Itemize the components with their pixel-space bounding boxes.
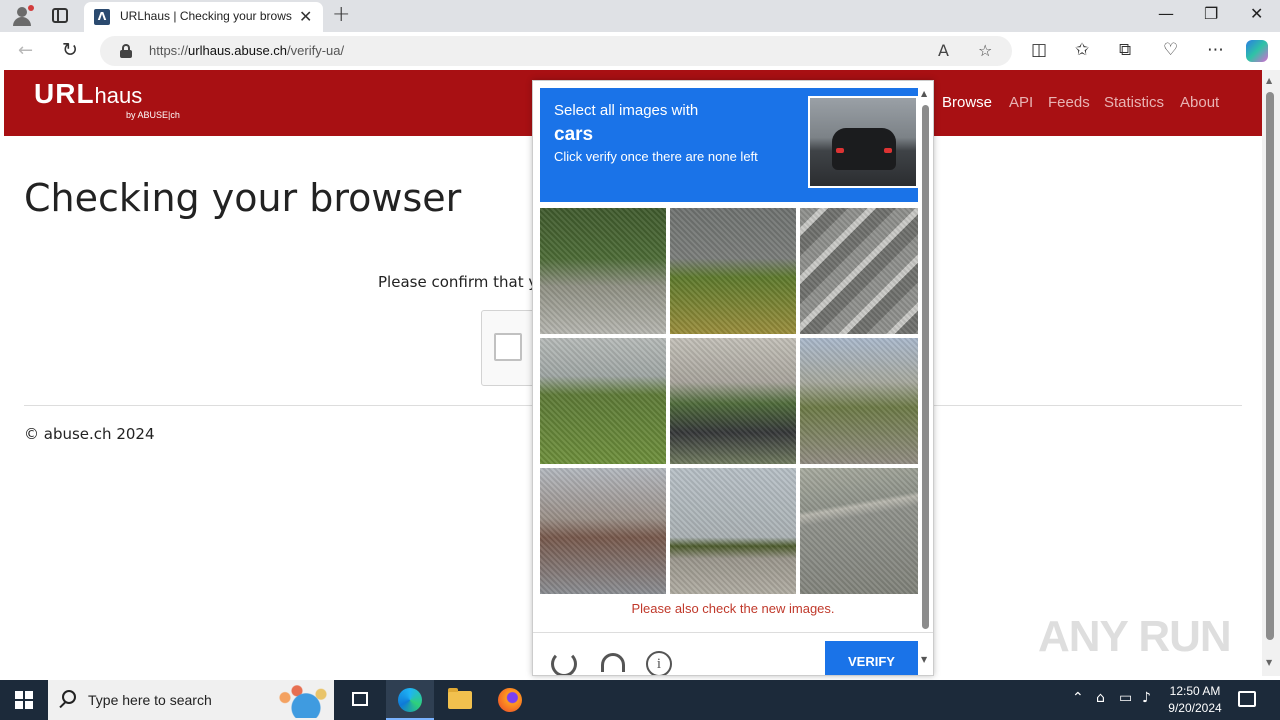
nav-api[interactable]: API [1009,94,1033,111]
url-text[interactable]: https://urlhaus.abuse.ch/verify-ua/ [149,43,344,58]
site-logo[interactable]: URLhaus [34,78,142,110]
captcha-scroll-up-icon[interactable]: ▲ [921,89,927,98]
profile-icon[interactable] [10,5,34,27]
captcha-tile-8[interactable] [670,468,796,594]
edge-icon [398,688,422,712]
captcha-reload-icon[interactable] [551,651,577,675]
captcha-tile-1[interactable] [540,208,666,334]
sample-car-image [808,96,918,188]
captcha-scrollbar[interactable]: ▲ ▼ [919,89,931,667]
tray-device-icon[interactable]: ⌂ [1096,690,1105,706]
audio-icon[interactable] [599,651,625,675]
verify-button[interactable]: VERIFY [825,641,918,675]
folder-icon [448,688,472,709]
captcha-divider [533,632,933,633]
nav-browse[interactable]: Browse [942,94,992,111]
captcha-tile-5[interactable] [670,338,796,464]
window-close-icon[interactable]: ✕ [1250,4,1263,23]
clock-date: 9/20/2024 [1168,701,1222,715]
nav-statistics[interactable]: Statistics [1104,94,1164,111]
captcha-tile-6[interactable] [800,338,918,464]
search-icon [62,690,76,704]
back-icon[interactable]: ← [18,40,33,61]
captcha-checkbox[interactable] [494,333,522,361]
captcha-tile-7[interactable] [540,468,666,594]
search-highlight-icon [270,684,330,718]
search-placeholder: Type here to search [88,692,212,708]
performance-icon[interactable]: ♡ [1163,40,1178,60]
tabs-icon[interactable] [52,8,68,23]
address-bar-row: ← ↻ https://urlhaus.abuse.ch/verify-ua/ … [0,32,1280,70]
info-icon[interactable]: i [646,651,672,675]
taskbar-edge[interactable] [386,680,434,720]
page-scrollbar[interactable]: ▲ ▼ [1262,70,1280,676]
favorites-icon[interactable]: ✩ [1075,40,1089,60]
captcha-tile-4[interactable] [540,338,666,464]
split-screen-icon[interactable]: ◫ [1031,40,1047,60]
page-title: Checking your browser [24,176,462,220]
captcha-tile-2[interactable] [670,208,796,334]
task-view-icon [352,692,368,706]
taskbar-clock[interactable]: 12:50 AM 9/20/2024 [1160,683,1230,717]
prompt-line: Select all images with [554,102,699,119]
firefox-icon [498,688,522,712]
more-icon[interactable]: ⋯ [1207,40,1224,60]
captcha-tile-9[interactable] [800,468,918,594]
confirm-text: Please confirm that yo [378,273,547,291]
captcha-prompt: Select all images with cars Click verify… [540,88,918,202]
site-favicon: Λ [94,9,110,25]
footer-text: © abuse.ch 2024 [24,425,155,443]
favorite-icon[interactable]: ☆ [978,41,992,60]
captcha-error: Please also check the new images. [631,601,835,616]
tab-urlhaus[interactable]: Λ URLhaus | Checking your browser ✕ [84,2,323,32]
page-scrollbar-thumb[interactable] [1266,92,1274,640]
nav-about[interactable]: About [1180,94,1219,111]
captcha-scrollbar-thumb[interactable] [922,105,929,629]
tab-bar: Λ URLhaus | Checking your browser ✕ + — … [0,0,1280,32]
nav-feeds[interactable]: Feeds [1048,94,1090,111]
captcha-tile-3[interactable] [800,208,918,334]
lock-icon[interactable] [120,44,132,58]
windows-start-icon[interactable] [15,691,33,709]
captcha-challenge: Select all images with cars Click verify… [532,80,934,676]
tab-title: URLhaus | Checking your browser [120,9,292,23]
read-aloud-icon[interactable]: A [938,41,949,60]
captcha-scroll-down-icon[interactable]: ▼ [921,655,927,664]
network-icon[interactable]: ▭ [1119,690,1132,706]
prompt-target: cars [554,124,594,145]
prompt-instruction: Click verify once there are none left [554,149,758,164]
tray-chevron-icon[interactable]: ⌃ [1072,690,1084,706]
reload-icon[interactable]: ↻ [62,39,78,61]
scroll-up-icon[interactable]: ▲ [1266,76,1272,85]
minimize-icon[interactable]: — [1158,4,1174,23]
tab-close-icon[interactable]: ✕ [299,7,312,26]
collections-icon[interactable]: ⧉ [1119,40,1131,60]
clock-time: 12:50 AM [1169,684,1221,698]
taskbar-file-explorer[interactable] [436,680,484,720]
scroll-down-icon[interactable]: ▼ [1266,658,1272,667]
logo-subtitle: by ABUSE|ch [126,110,180,120]
address-bar[interactable]: https://urlhaus.abuse.ch/verify-ua/ A ☆ [100,36,1012,66]
task-view-button[interactable] [336,680,384,720]
new-tab-icon[interactable]: + [332,2,350,27]
taskbar-firefox[interactable] [486,680,534,720]
taskbar-search[interactable]: Type here to search [48,680,334,720]
copilot-icon[interactable] [1246,40,1268,62]
restore-icon[interactable]: ❐ [1204,4,1218,23]
volume-icon[interactable]: ♪ [1142,690,1151,706]
anyrun-watermark: ANY RUN [1038,612,1232,661]
taskbar: Type here to search ⌃ ⌂ ▭ ♪ 12:50 AM 9/2… [0,680,1280,720]
notification-icon[interactable] [1238,691,1256,707]
